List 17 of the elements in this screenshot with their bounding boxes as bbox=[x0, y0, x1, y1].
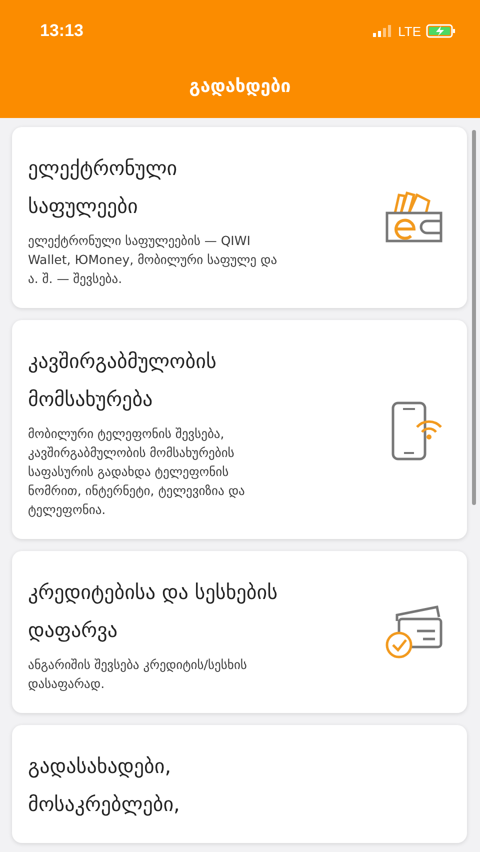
category-title: ელექტრონული საფულეები bbox=[28, 155, 178, 220]
battery-charging-icon bbox=[426, 24, 456, 38]
category-card[interactable]: კრედიტებისა და სესხების დაფარვა ანგარიშის შევსება კრედიტის/სესხის დასაფარად. bbox=[12, 551, 467, 713]
category-card[interactable]: ელექტრონული საფულეები ელექტრონული საფულეების — QIWI Wallet, ЮMoney, მობილური საფულე და ა. შ. — შევსება. bbox=[12, 127, 467, 308]
scrollbar[interactable] bbox=[472, 130, 476, 505]
category-title: გადასახადები, მოსაკრებლები, bbox=[28, 753, 181, 818]
category-card[interactable]: გადასახადები, მოსაკრებლები, bbox=[12, 725, 467, 843]
category-description: ელექტრონული საფულეების — QIWI Wallet, ЮMoney, მობილური საფულე და ა. შ. — შევსება. bbox=[28, 232, 278, 288]
network-label: LTE bbox=[398, 24, 421, 38]
page-title: გადახდები bbox=[189, 76, 291, 97]
category-card[interactable]: კავშირგაბმულობის მომსახურება მობილური ტელეფონის შევსება, კავშირგაბმულობის მომსახურების საფასურის გადახდა ტელეფონის ნომრით, ინტერნეტი, ტელევიზია და ტელეფონია. bbox=[12, 320, 467, 539]
category-description: მობილური ტელეფონის შევსება, კავშირგაბმულობის მომსახურების საფასურის გადახდა ტელეფონის ნომრით, ინტერნეტი, ტელევიზია და ტელეფონია. bbox=[28, 425, 246, 519]
category-description: ანგარიშის შევსება კრედიტის/სესხის დასაფარად. bbox=[28, 656, 248, 693]
category-title: კრედიტებისა და სესხების დაფარვა bbox=[28, 579, 279, 644]
status-time: 13:13 bbox=[40, 21, 84, 41]
signal-icon bbox=[373, 25, 394, 37]
category-title: კავშირგაბმულობის მომსახურება bbox=[28, 348, 218, 413]
